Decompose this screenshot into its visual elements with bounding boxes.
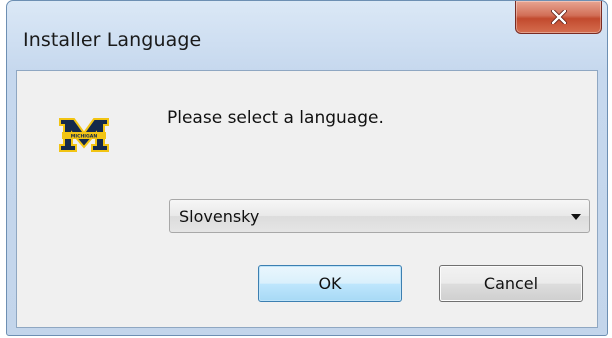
close-x-icon <box>550 10 567 24</box>
language-select[interactable]: Slovensky <box>169 199 590 233</box>
language-prompt: Please select a language. <box>167 108 384 128</box>
michigan-m-logo: MICHIGAN <box>59 118 109 152</box>
language-select-value: Slovensky <box>179 207 260 226</box>
close-button[interactable] <box>515 1 602 34</box>
window-title: Installer Language <box>23 29 202 51</box>
ok-button[interactable]: OK <box>258 265 402 302</box>
dropdown-arrow-icon <box>571 214 581 220</box>
logo-wordmark: MICHIGAN <box>71 134 98 140</box>
installer-language-window: Installer Language MICHIGAN Please selec… <box>6 0 608 336</box>
cancel-button[interactable]: Cancel <box>439 265 583 302</box>
dialog-content: MICHIGAN Please select a language. Slove… <box>16 70 598 328</box>
